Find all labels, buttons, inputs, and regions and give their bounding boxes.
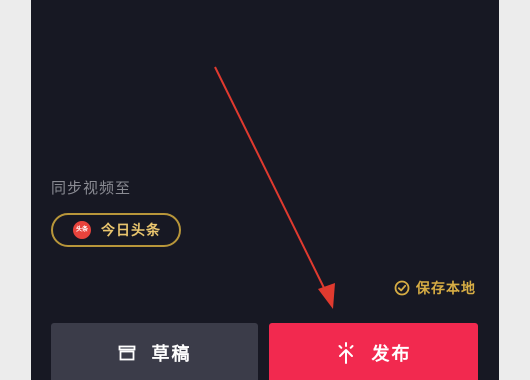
toutiao-sync-toggle[interactable]: 头条 今日头条: [51, 213, 181, 247]
publish-screen: 同步视频至 头条 今日头条 保存本地 草稿 发布: [31, 0, 499, 380]
sync-to-label: 同步视频至: [51, 179, 132, 197]
save-local-label: 保存本地: [416, 281, 476, 297]
save-local-toggle[interactable]: 保存本地: [394, 278, 476, 298]
draft-label: 草稿: [151, 344, 192, 365]
publish-button[interactable]: 发布: [269, 323, 478, 380]
publish-label: 发布: [371, 344, 412, 365]
draft-box-icon: [118, 345, 136, 361]
draft-button[interactable]: 草稿: [51, 323, 258, 380]
toutiao-label: 今日头条: [101, 223, 161, 239]
upload-arrow-icon: [336, 342, 356, 364]
check-circle-icon: [394, 280, 410, 296]
toutiao-logo-icon: 头条: [73, 221, 91, 239]
